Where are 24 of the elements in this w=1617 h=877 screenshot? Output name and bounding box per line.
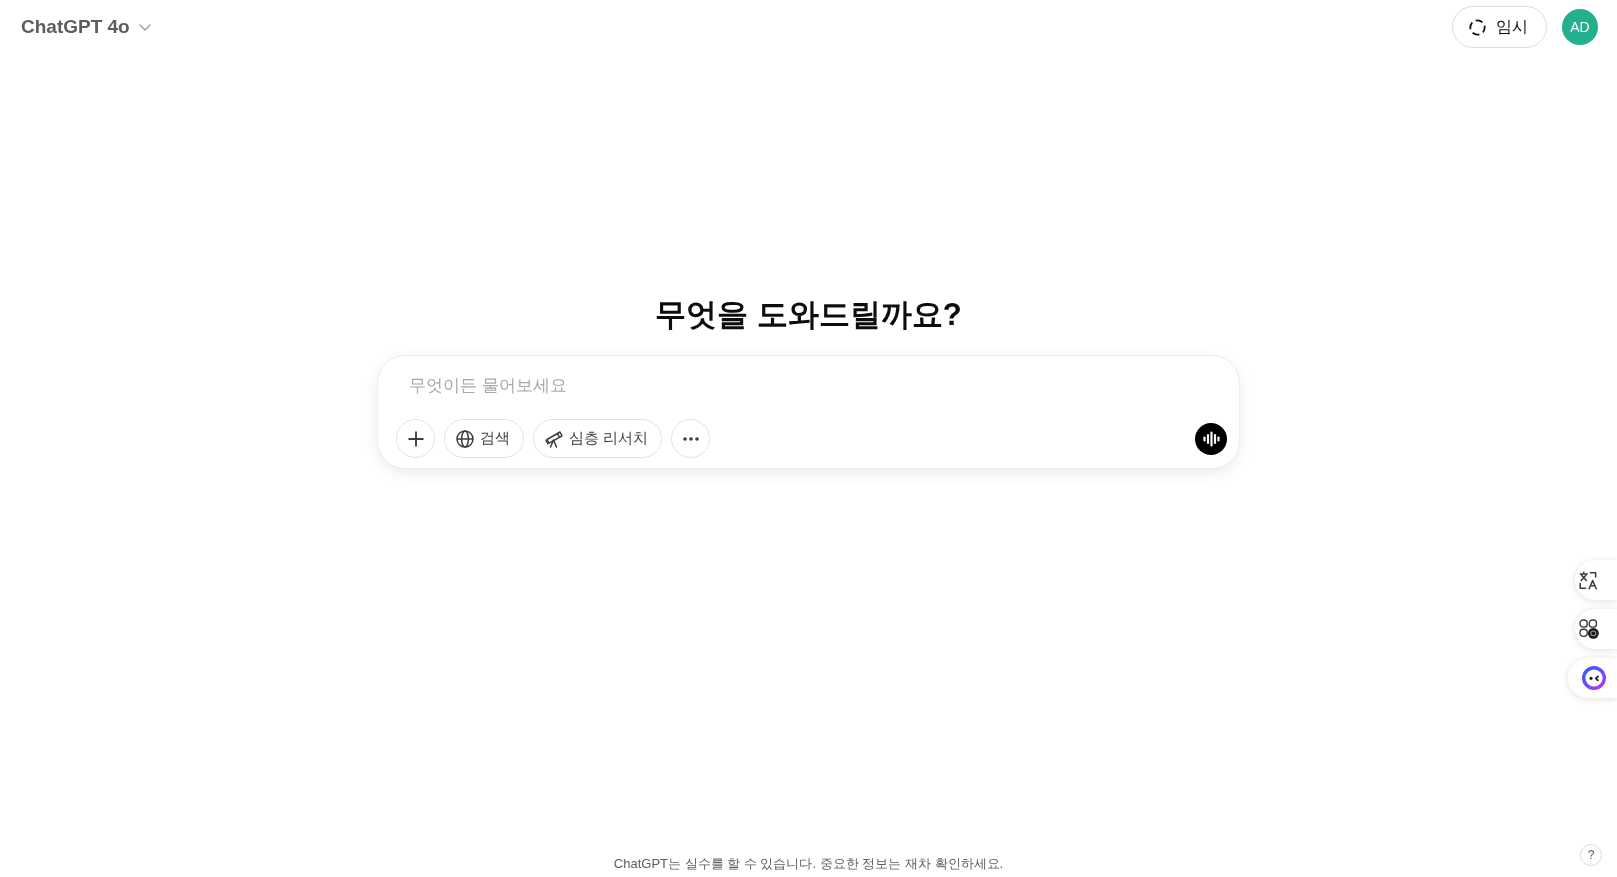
dashed-circle-icon	[1469, 18, 1486, 36]
round-face-icon	[1582, 666, 1606, 690]
assistant-button[interactable]	[1568, 658, 1617, 698]
chevron-down-icon	[138, 23, 151, 31]
model-menu-button[interactable]: ChatGPT 4o	[21, 16, 151, 38]
translate-icon	[1579, 570, 1598, 590]
telescope-icon	[545, 429, 563, 448]
search-button[interactable]: 검색	[444, 419, 524, 458]
help-button[interactable]: ?	[1580, 844, 1602, 866]
translate-button[interactable]	[1575, 560, 1617, 600]
attach-button[interactable]	[396, 419, 435, 458]
deep-research-button[interactable]: 심층 리서치	[533, 419, 663, 458]
greeting-heading: 무엇을 도와드릴까요?	[655, 296, 962, 334]
sound-wave-icon	[1202, 430, 1220, 447]
ellipsis-icon	[682, 436, 699, 441]
temporary-chat-button[interactable]: 임시	[1452, 6, 1547, 48]
voice-button[interactable]	[1195, 422, 1227, 455]
more-button[interactable]	[671, 419, 711, 458]
globe-icon	[456, 429, 474, 448]
disclaimer-text: ChatGPT는 실수를 할 수 있습니다. 중요한 정보는 재차 확인하세요.	[613, 855, 1004, 873]
apps-button[interactable]	[1575, 609, 1617, 649]
message-input[interactable]: 무엇이든 물어보세요	[409, 373, 1214, 399]
plus-icon	[407, 430, 424, 447]
grid-icon	[1579, 619, 1599, 639]
